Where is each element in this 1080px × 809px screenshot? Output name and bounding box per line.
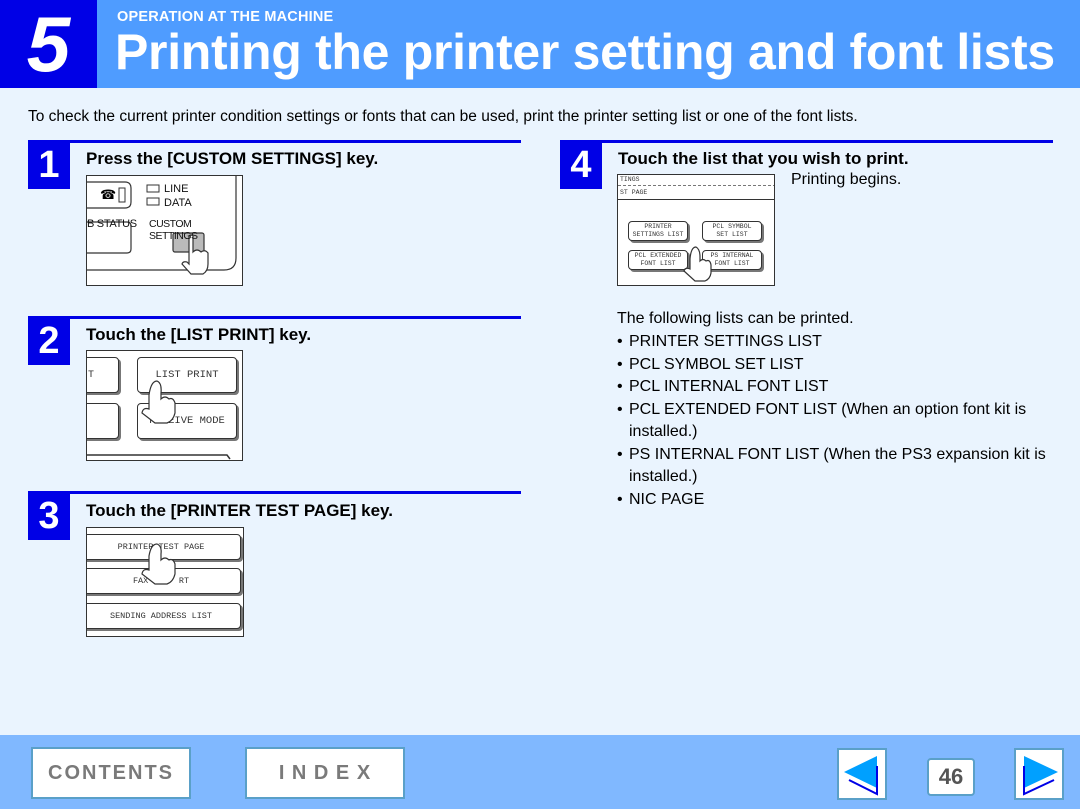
- step-number: 1: [28, 142, 70, 189]
- step-note: Printing begins.: [791, 171, 902, 188]
- step-number: 2: [28, 318, 70, 365]
- contents-button[interactable]: CONTENTS: [31, 747, 191, 799]
- list-item: • PCL SYMBOL SET LIST: [617, 355, 804, 373]
- right-arrow-icon: [1023, 756, 1058, 796]
- step-number: 4: [560, 142, 602, 189]
- line-indicator-label: LINE: [164, 183, 189, 195]
- step-divider: [28, 491, 521, 494]
- lists-intro: The following lists can be printed.: [617, 310, 854, 327]
- printable-lists: • PRINTER SETTINGS LIST • PCL SYMBOL SET L…: [617, 331, 1057, 511]
- index-button[interactable]: I N D E X: [245, 747, 405, 799]
- job-status-label: B STATUS: [87, 218, 137, 230]
- step-divider: [560, 140, 1053, 143]
- list-item: • NIC PAGE: [617, 490, 705, 508]
- hand-pointer-icon: [141, 543, 176, 585]
- step-number: 3: [28, 493, 70, 540]
- left-arrow-icon: [844, 756, 878, 796]
- prev-page-button[interactable]: [837, 748, 887, 800]
- page-header: 5 OPERATION AT THE MACHINE Printing the …: [0, 0, 1080, 88]
- hand-pointer-icon: [87, 380, 231, 460]
- chapter-number: 5: [26, 0, 71, 88]
- page-title: Printing the printer setting and font li…: [115, 24, 1055, 80]
- data-indicator-label: DATA: [164, 197, 192, 209]
- control-panel-illustration: ☎ LINE DATA B STATUS CUSTOM SETTINGS: [86, 175, 243, 286]
- page-number: 46: [927, 758, 975, 796]
- chapter-badge: 5: [0, 0, 97, 88]
- step-divider: [28, 140, 521, 143]
- fax-icon: ☎: [100, 187, 117, 202]
- touch-panel-illustration: PRINTER TEST PAGE FAX RT SENDING ADDRESS…: [86, 527, 244, 637]
- touch-panel-illustration: TINGS ST PAGE PRINTER SETTINGS LIST PCL S…: [617, 174, 775, 286]
- step-title: Touch the [LIST PRINT] key.: [86, 325, 312, 344]
- list-item: • PS INTERNAL FONT LIST (When the PS3 exp…: [617, 445, 1046, 486]
- hand-pointer-icon: [683, 246, 712, 282]
- list-item: • PCL INTERNAL FONT LIST: [617, 378, 829, 395]
- step-title: Touch the list that you wish to print.: [618, 149, 909, 168]
- touch-panel-illustration: T LIST PRINT RECEIVE MODE: [86, 350, 243, 461]
- step-title: Press the [CUSTOM SETTINGS] key.: [86, 149, 379, 168]
- list-item: • PCL EXTENDED FONT LIST (When an option …: [617, 400, 1027, 441]
- step-divider: [28, 316, 521, 319]
- next-page-button[interactable]: [1014, 748, 1064, 800]
- intro-text: To check the current printer condition s…: [28, 108, 858, 125]
- list-item: • PRINTER SETTINGS LIST: [617, 333, 822, 350]
- custom-settings-label: CUSTOM SETTINGS: [149, 218, 198, 242]
- step-title: Touch the [PRINTER TEST PAGE] key.: [86, 501, 393, 520]
